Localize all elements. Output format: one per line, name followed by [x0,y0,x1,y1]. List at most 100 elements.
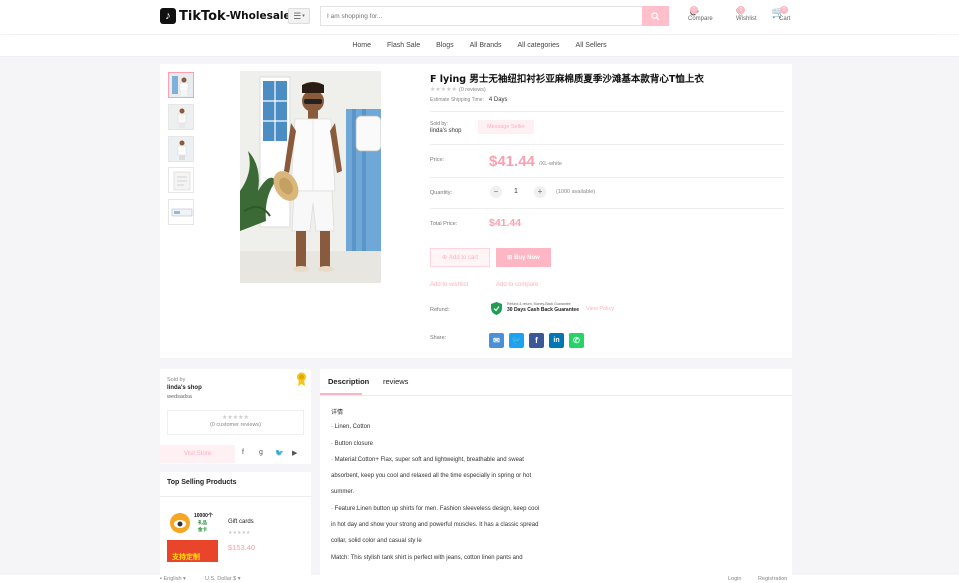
gift-img-text-1: 10000个 [194,513,213,519]
quantity-value[interactable]: 1 [514,188,518,195]
product-price: $41.44 [489,153,535,170]
share-whatsapp-button[interactable]: ✆ [569,333,584,348]
chevron-down-icon: ▾ [302,13,305,19]
thumbnail-3[interactable] [168,136,194,162]
share-twitter-button[interactable]: 🐦 [509,333,524,348]
wishlist-link[interactable]: ♡ 0 Wishlist [724,6,757,22]
seller-card-shop[interactable]: linda's shop [167,385,202,391]
header: ♪ TikTok -Wholesale ☰▾ ⟳ 0 Compare ♡ 0 W… [0,0,959,34]
message-seller-button[interactable]: Message Seller [478,120,534,134]
search-input[interactable] [320,6,642,26]
share-email-button[interactable]: ✉ [489,333,504,348]
facebook-icon[interactable]: f [242,449,244,456]
thumbnail-1[interactable] [168,72,194,98]
top-item-name[interactable]: Gift cards [228,519,254,525]
description-line: · Material:Cotton+ Flax, super soft and … [331,457,524,463]
seller-card-sub: wedsadsa [167,394,192,400]
footer-bar: ▪ English ▾ U.S. Dollar $ ▾ Login Regist… [0,575,959,583]
seller-card-sold-by: Sold by [167,377,186,383]
thumbnail-image [169,200,193,224]
facebook-icon: f [535,336,538,345]
seller-name[interactable]: linda's shop [430,128,462,134]
seller-rating-box: ★★★★★ (0 customer reviews) [167,410,304,435]
divider [430,177,784,178]
rating-stars-icon: ★★★★★ [228,530,251,536]
registration-link[interactable]: Registration [758,576,787,582]
cart-link[interactable]: 🛒 0 Cart [767,6,791,22]
currency-label: U.S. Dollar $ [205,576,237,582]
gift-cards-image[interactable]: 10000个 礼品 金卡 支持定制 [167,510,218,562]
wishlist-count: 0 [737,6,745,14]
review-count[interactable]: (0 reviews) [459,87,486,93]
nav-all-sellers[interactable]: All Sellers [576,42,607,49]
add-to-cart-label: Add to cart [449,254,479,261]
add-to-compare-link[interactable]: Add to compare [496,282,538,288]
top-item-price: $153.40 [228,543,256,552]
shipping-label: Estimate Shipping Time: [430,97,484,103]
quantity-decrease-button[interactable]: − [490,186,502,198]
rating-stars-icon: ★★★★★ [430,87,457,93]
gift-img-text-3: 金卡 [198,527,207,532]
nav-flash-sale[interactable]: Flash Sale [387,42,420,49]
price-unit: /XL-white [539,161,562,167]
tab-reviews[interactable]: reviews [383,377,408,386]
thumbnail-image [169,105,193,129]
google-icon[interactable]: g [259,449,263,456]
buy-now-button[interactable]: ⊞ Buy Now [496,248,551,267]
refund-badge-text: 30 Days Cash Back Guarantee [507,307,579,313]
divider [160,496,311,497]
thumbnail-image [169,73,193,97]
twitter-icon[interactable]: 🐦 [275,449,284,457]
logo-subtext: -Wholesale [225,10,291,22]
tab-description[interactable]: Description [328,377,369,386]
divider [430,208,784,209]
top-selling-title: Top Selling Products [167,479,237,486]
divider [430,144,784,145]
description-panel [320,369,792,575]
visit-store-button[interactable]: Visit Store [160,445,235,463]
award-ribbon-icon [297,372,306,386]
product-main-image[interactable] [240,71,381,283]
thumbnail-4[interactable] [168,167,194,193]
currency-selector[interactable]: U.S. Dollar $ ▾ [205,576,240,582]
minus-icon: − [493,187,499,196]
description-line: summer. [331,489,355,495]
refund-label: Refund: [430,307,450,313]
add-to-wishlist-link[interactable]: Add to wishlist [430,282,468,288]
logo[interactable]: ♪ TikTok -Wholesale [160,7,291,25]
youtube-icon[interactable]: ▶ [292,449,297,457]
cart-count: 0 [780,6,788,14]
email-icon: ✉ [493,336,500,345]
nav-home[interactable]: Home [352,42,371,49]
compare-link[interactable]: ⟳ 0 Compare [676,6,713,22]
description-line: 详情 [331,410,344,416]
add-to-cart-button[interactable]: ⊕ Add to cart [430,248,490,267]
view-policy-link[interactable]: View Policy [586,306,614,312]
product-title: F lying 男士无袖纽扣衬衫亚麻棉质夏季沙滩基本款背心T恤上衣 [430,74,704,85]
nav-all-brands[interactable]: All Brands [470,42,502,49]
shipping-row: Estimate Shipping Time: 4 Days [430,96,508,103]
login-link[interactable]: Login [728,576,741,582]
thumbnail-5[interactable] [168,199,194,225]
rating-stars-icon: ★★★★★ [222,415,249,421]
search-button[interactable] [642,6,669,26]
shield-check-icon [491,302,502,315]
divider [430,111,784,112]
nav-all-categories[interactable]: All categories [518,42,560,49]
total-price-label: Total Price: [430,221,458,227]
description-line: in hot day and show your strong and powe… [331,522,539,528]
cart-label: Cart [779,16,791,22]
description-line: · Button closure [331,441,374,447]
thumbnail-image [169,137,193,161]
description-line: · Linen, Cotton [331,424,371,430]
language-label: English [163,576,182,582]
share-linkedin-button[interactable]: in [549,333,564,348]
thumbnail-2[interactable] [168,104,194,130]
quantity-increase-button[interactable]: + [534,186,546,198]
twitter-icon: 🐦 [511,336,522,345]
description-line: Match: This stylish tank shirt is perfec… [331,555,523,561]
category-menu-button[interactable]: ☰ ▾ [288,8,310,24]
share-facebook-button[interactable]: f [529,333,544,348]
nav-blogs[interactable]: Blogs [436,42,454,49]
language-selector[interactable]: ▪ English ▾ [160,576,186,582]
